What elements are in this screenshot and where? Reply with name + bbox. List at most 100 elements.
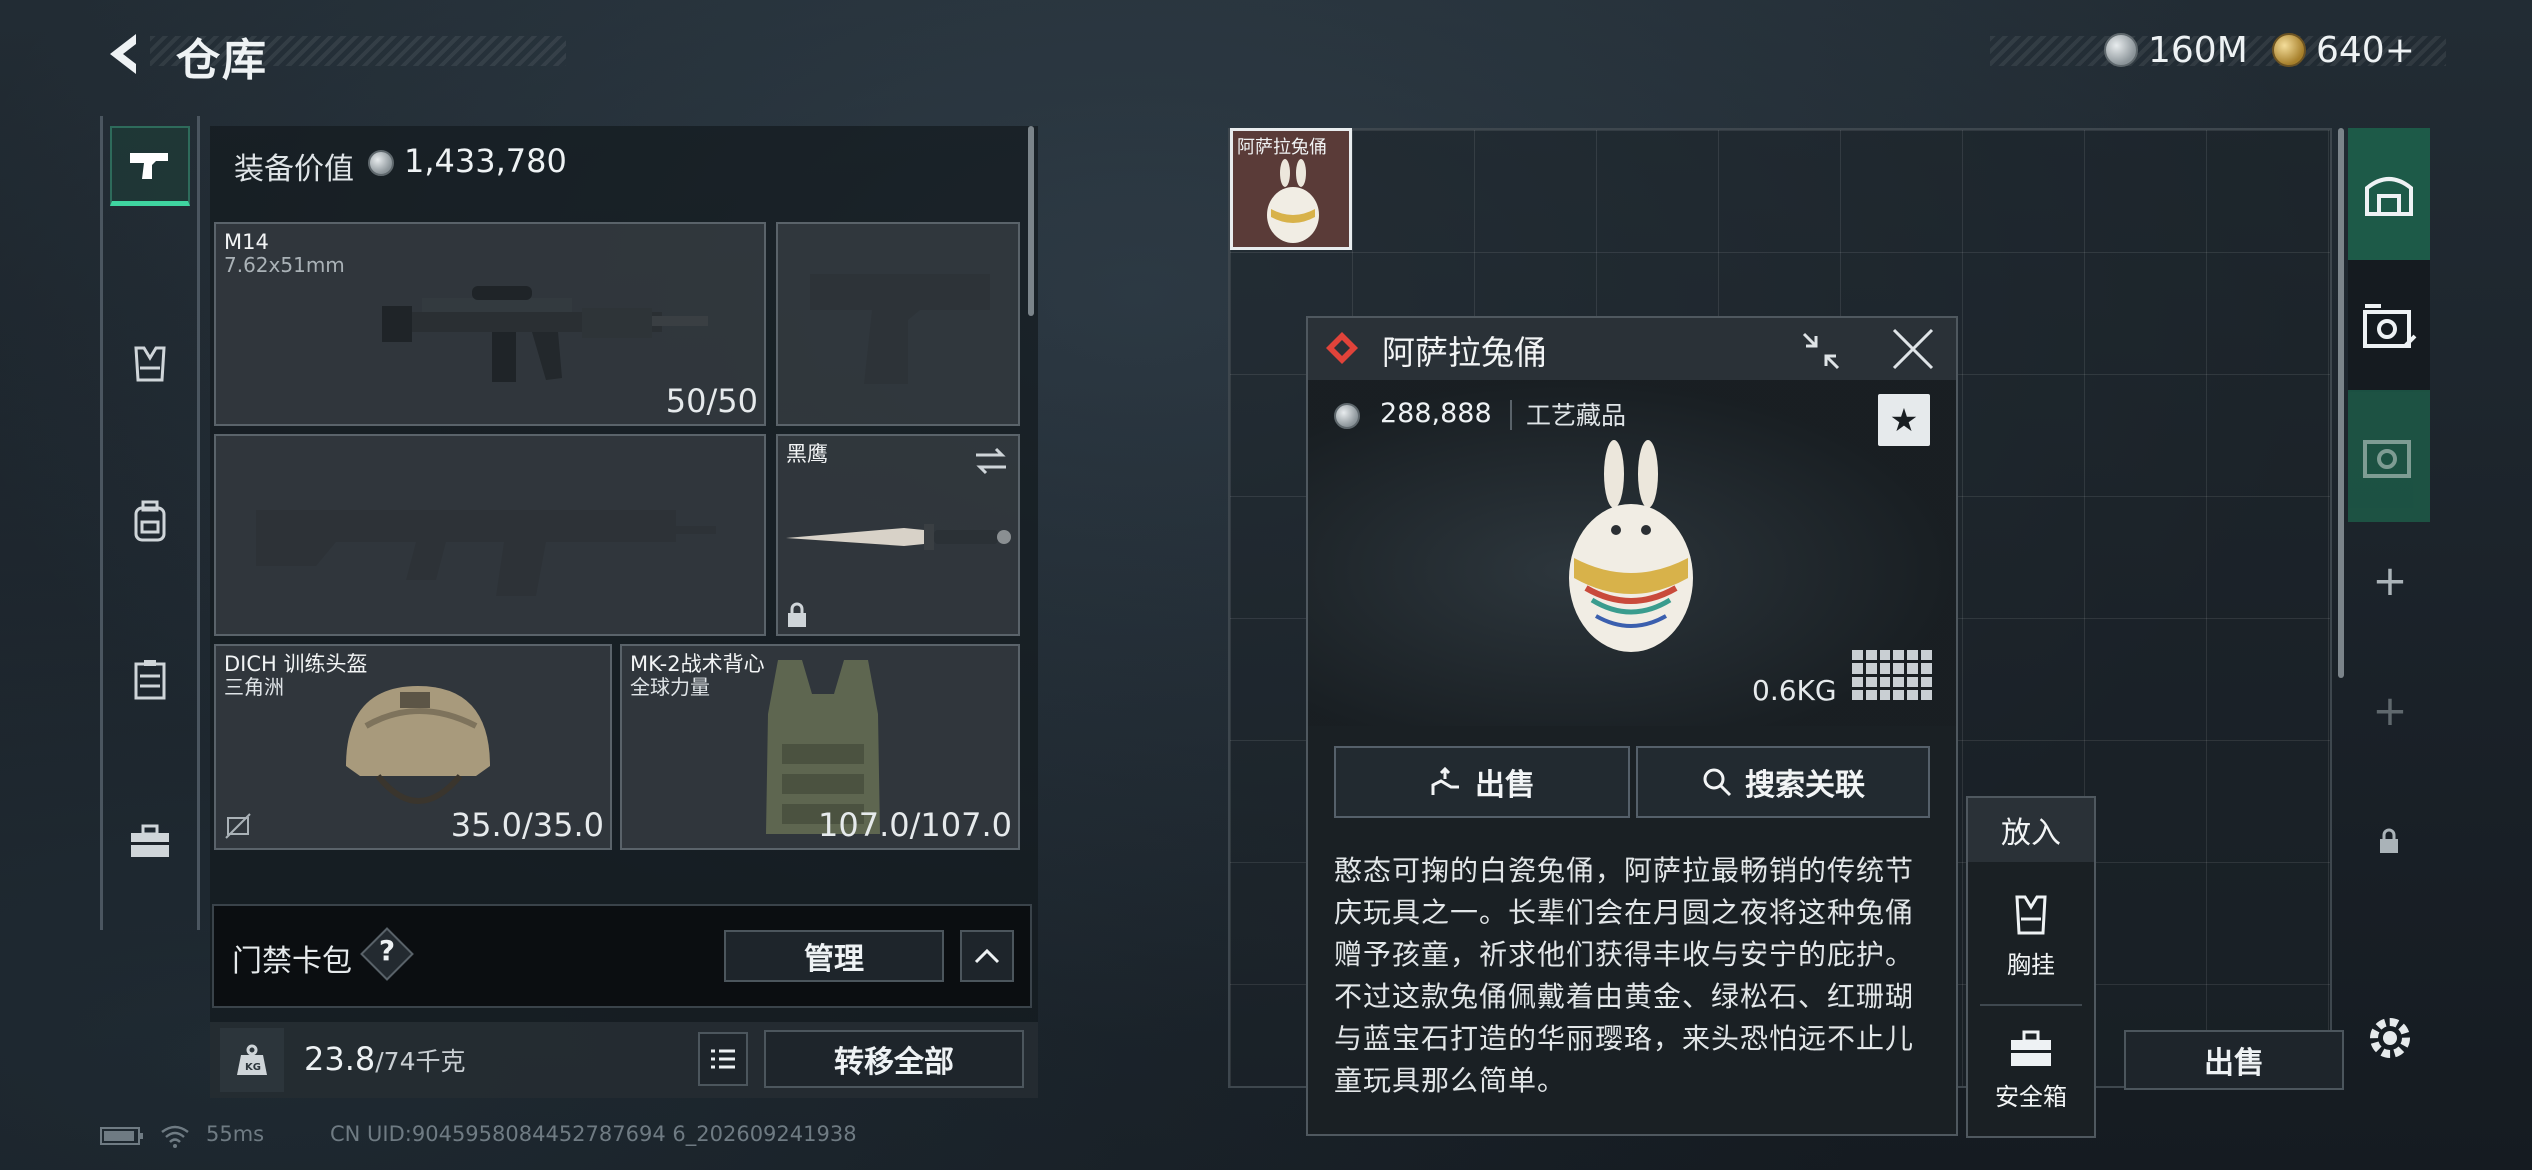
rabbit-figurine-thumb (1267, 159, 1319, 243)
toolbox-icon (2011, 1030, 2051, 1066)
pistol-silhouette (810, 274, 990, 384)
keycard-label: 门禁卡包 (232, 944, 352, 979)
helmet-slot[interactable]: DICH 训练头盔 三角洲 35.0/35.0 (214, 644, 612, 850)
manage-button[interactable]: 管理 (724, 930, 944, 982)
sell-hand-icon (1431, 766, 1459, 795)
tab-stash-display[interactable] (2348, 260, 2430, 392)
helmet-faction: 三角洲 (224, 675, 284, 699)
vest-pouch-icon (134, 660, 166, 700)
swap-icon[interactable] (974, 446, 1008, 476)
melee-name: 黑鹰 (786, 442, 828, 466)
chest-rig-icon (2015, 895, 2047, 934)
silver-coin-icon (2104, 33, 2138, 67)
tab-stash-main[interactable] (2348, 128, 2430, 260)
item-weight: 0.6KG (1752, 674, 1837, 707)
silver-currency[interactable]: 160M (2104, 26, 2248, 74)
add-stash-icon[interactable]: + (2370, 686, 2410, 735)
tab-weapons[interactable] (110, 126, 190, 206)
storage-icon (2365, 177, 2413, 216)
secondary-rifle-slot[interactable] (214, 434, 766, 636)
stash-item-label: 阿萨拉兔俑 (1237, 137, 1327, 158)
sell-button[interactable]: 出售 (1334, 746, 1630, 818)
favorite-button[interactable]: ★ (1878, 394, 1930, 446)
silver-amount: 160M (2148, 29, 2248, 71)
uid: CN UID:9045958084452787694 6_20260924193… (330, 1122, 857, 1146)
svg-text:KG: KG (245, 1062, 261, 1073)
rarity-diamond-icon (1326, 332, 1358, 364)
stash-sell-button[interactable]: 出售 (2124, 1030, 2344, 1090)
tab-vest[interactable] (110, 640, 190, 720)
rabbit-figurine-image (1569, 440, 1693, 652)
put-in-safe-box-label: 安全箱 (1995, 1082, 2067, 1111)
gold-coin-icon (2272, 33, 2306, 67)
rifle-silhouette (256, 510, 716, 596)
add-stash-icon[interactable]: + (2370, 556, 2410, 605)
help-text: ? (378, 934, 396, 967)
put-in-chest-rig[interactable]: 胸挂 (1968, 874, 2094, 998)
battery-icon (100, 1127, 143, 1145)
back-arrow-icon[interactable] (98, 28, 150, 80)
page-title: 仓库 (176, 35, 268, 86)
popup-title: 阿萨拉兔俑 (1382, 333, 1547, 372)
chest-rig-icon (134, 346, 166, 382)
chevron-up-icon (974, 948, 1000, 964)
close-icon[interactable] (1890, 326, 1936, 372)
secondary-weapon-slot[interactable] (776, 222, 1020, 426)
tab-chest-rig[interactable] (110, 324, 190, 404)
search-icon (1703, 768, 1732, 797)
weapon-caliber: 7.62x51mm (224, 253, 345, 277)
knife-image (786, 524, 1011, 550)
sell-label: 出售 (1475, 768, 1535, 803)
no-repair-icon (225, 813, 251, 839)
equipment-value-label: 装备价值 (234, 152, 354, 187)
display-case-icon (2363, 440, 2411, 478)
ammo-count: 50/50 (665, 382, 758, 420)
weight-badge: KG (220, 1028, 284, 1092)
tab-safe-box[interactable] (110, 802, 190, 882)
melee-slot[interactable]: 黑鹰 (776, 434, 1020, 636)
equipment-scrollbar[interactable] (1028, 126, 1034, 316)
gear-icon[interactable] (2362, 1010, 2418, 1066)
put-in-chest-rig-label: 胸挂 (2007, 950, 2055, 979)
weapon-name: M14 (224, 230, 269, 254)
display-case-icon (2363, 304, 2417, 348)
armor-faction: 全球力量 (630, 675, 710, 699)
silver-coin-icon (368, 150, 394, 176)
stash-item-rabbit[interactable]: 阿萨拉兔俑 (1230, 128, 1352, 250)
armor-slot[interactable]: MK-2战术背心 全球力量 107.0/107.0 (620, 644, 1020, 850)
rifle-image (382, 286, 708, 382)
pistol-icon (130, 152, 168, 179)
weight-readout: 23.8/74千克 (304, 1040, 466, 1078)
helmet-durability: 35.0/35.0 (450, 806, 604, 844)
gold-currency[interactable]: 640+ (2272, 26, 2415, 74)
equipment-value: 1,433,780 (404, 142, 567, 180)
item-category: 工艺藏品 (1526, 401, 1627, 430)
put-in-divider (1980, 1004, 2082, 1006)
transfer-all-button[interactable]: 转移全部 (764, 1030, 1024, 1088)
lock-icon (788, 602, 806, 627)
minimize-icon[interactable] (1800, 330, 1842, 372)
toolbox-icon (131, 824, 169, 857)
primary-weapon-slot[interactable]: M14 7.62x51mm 50/50 (214, 222, 766, 426)
price-divider (1510, 400, 1512, 430)
backpack-icon (134, 500, 166, 542)
wifi-icon (161, 1125, 189, 1148)
item-price: 288,888 (1380, 398, 1492, 429)
stash-scrollbar[interactable] (2338, 128, 2344, 678)
list-view-button[interactable] (698, 1032, 748, 1086)
search-label: 搜索关联 (1745, 768, 1865, 803)
lock-icon (2380, 828, 2398, 853)
search-related-button[interactable]: 搜索关联 (1636, 746, 1930, 818)
item-description: 憨态可掬的白瓷兔俑，阿萨拉最畅销的传统节庆玩具之一。长辈们会在月圆之夜将这种兔俑… (1334, 854, 1915, 1097)
put-in-safe-box[interactable]: 安全箱 (1968, 1008, 2094, 1132)
ping: 55ms (206, 1122, 265, 1146)
item-size-grid-icon (1852, 650, 1932, 700)
silver-coin-icon (1334, 403, 1360, 429)
tab-stash-locked[interactable] (2348, 390, 2430, 522)
list-icon (711, 1049, 735, 1069)
armor-name: MK-2战术背心 (630, 652, 765, 676)
collapse-button[interactable] (960, 930, 1014, 982)
weight-kg-icon: KG (237, 1044, 267, 1075)
weight-max: /74千克 (375, 1047, 466, 1076)
tab-backpack[interactable] (110, 482, 190, 562)
